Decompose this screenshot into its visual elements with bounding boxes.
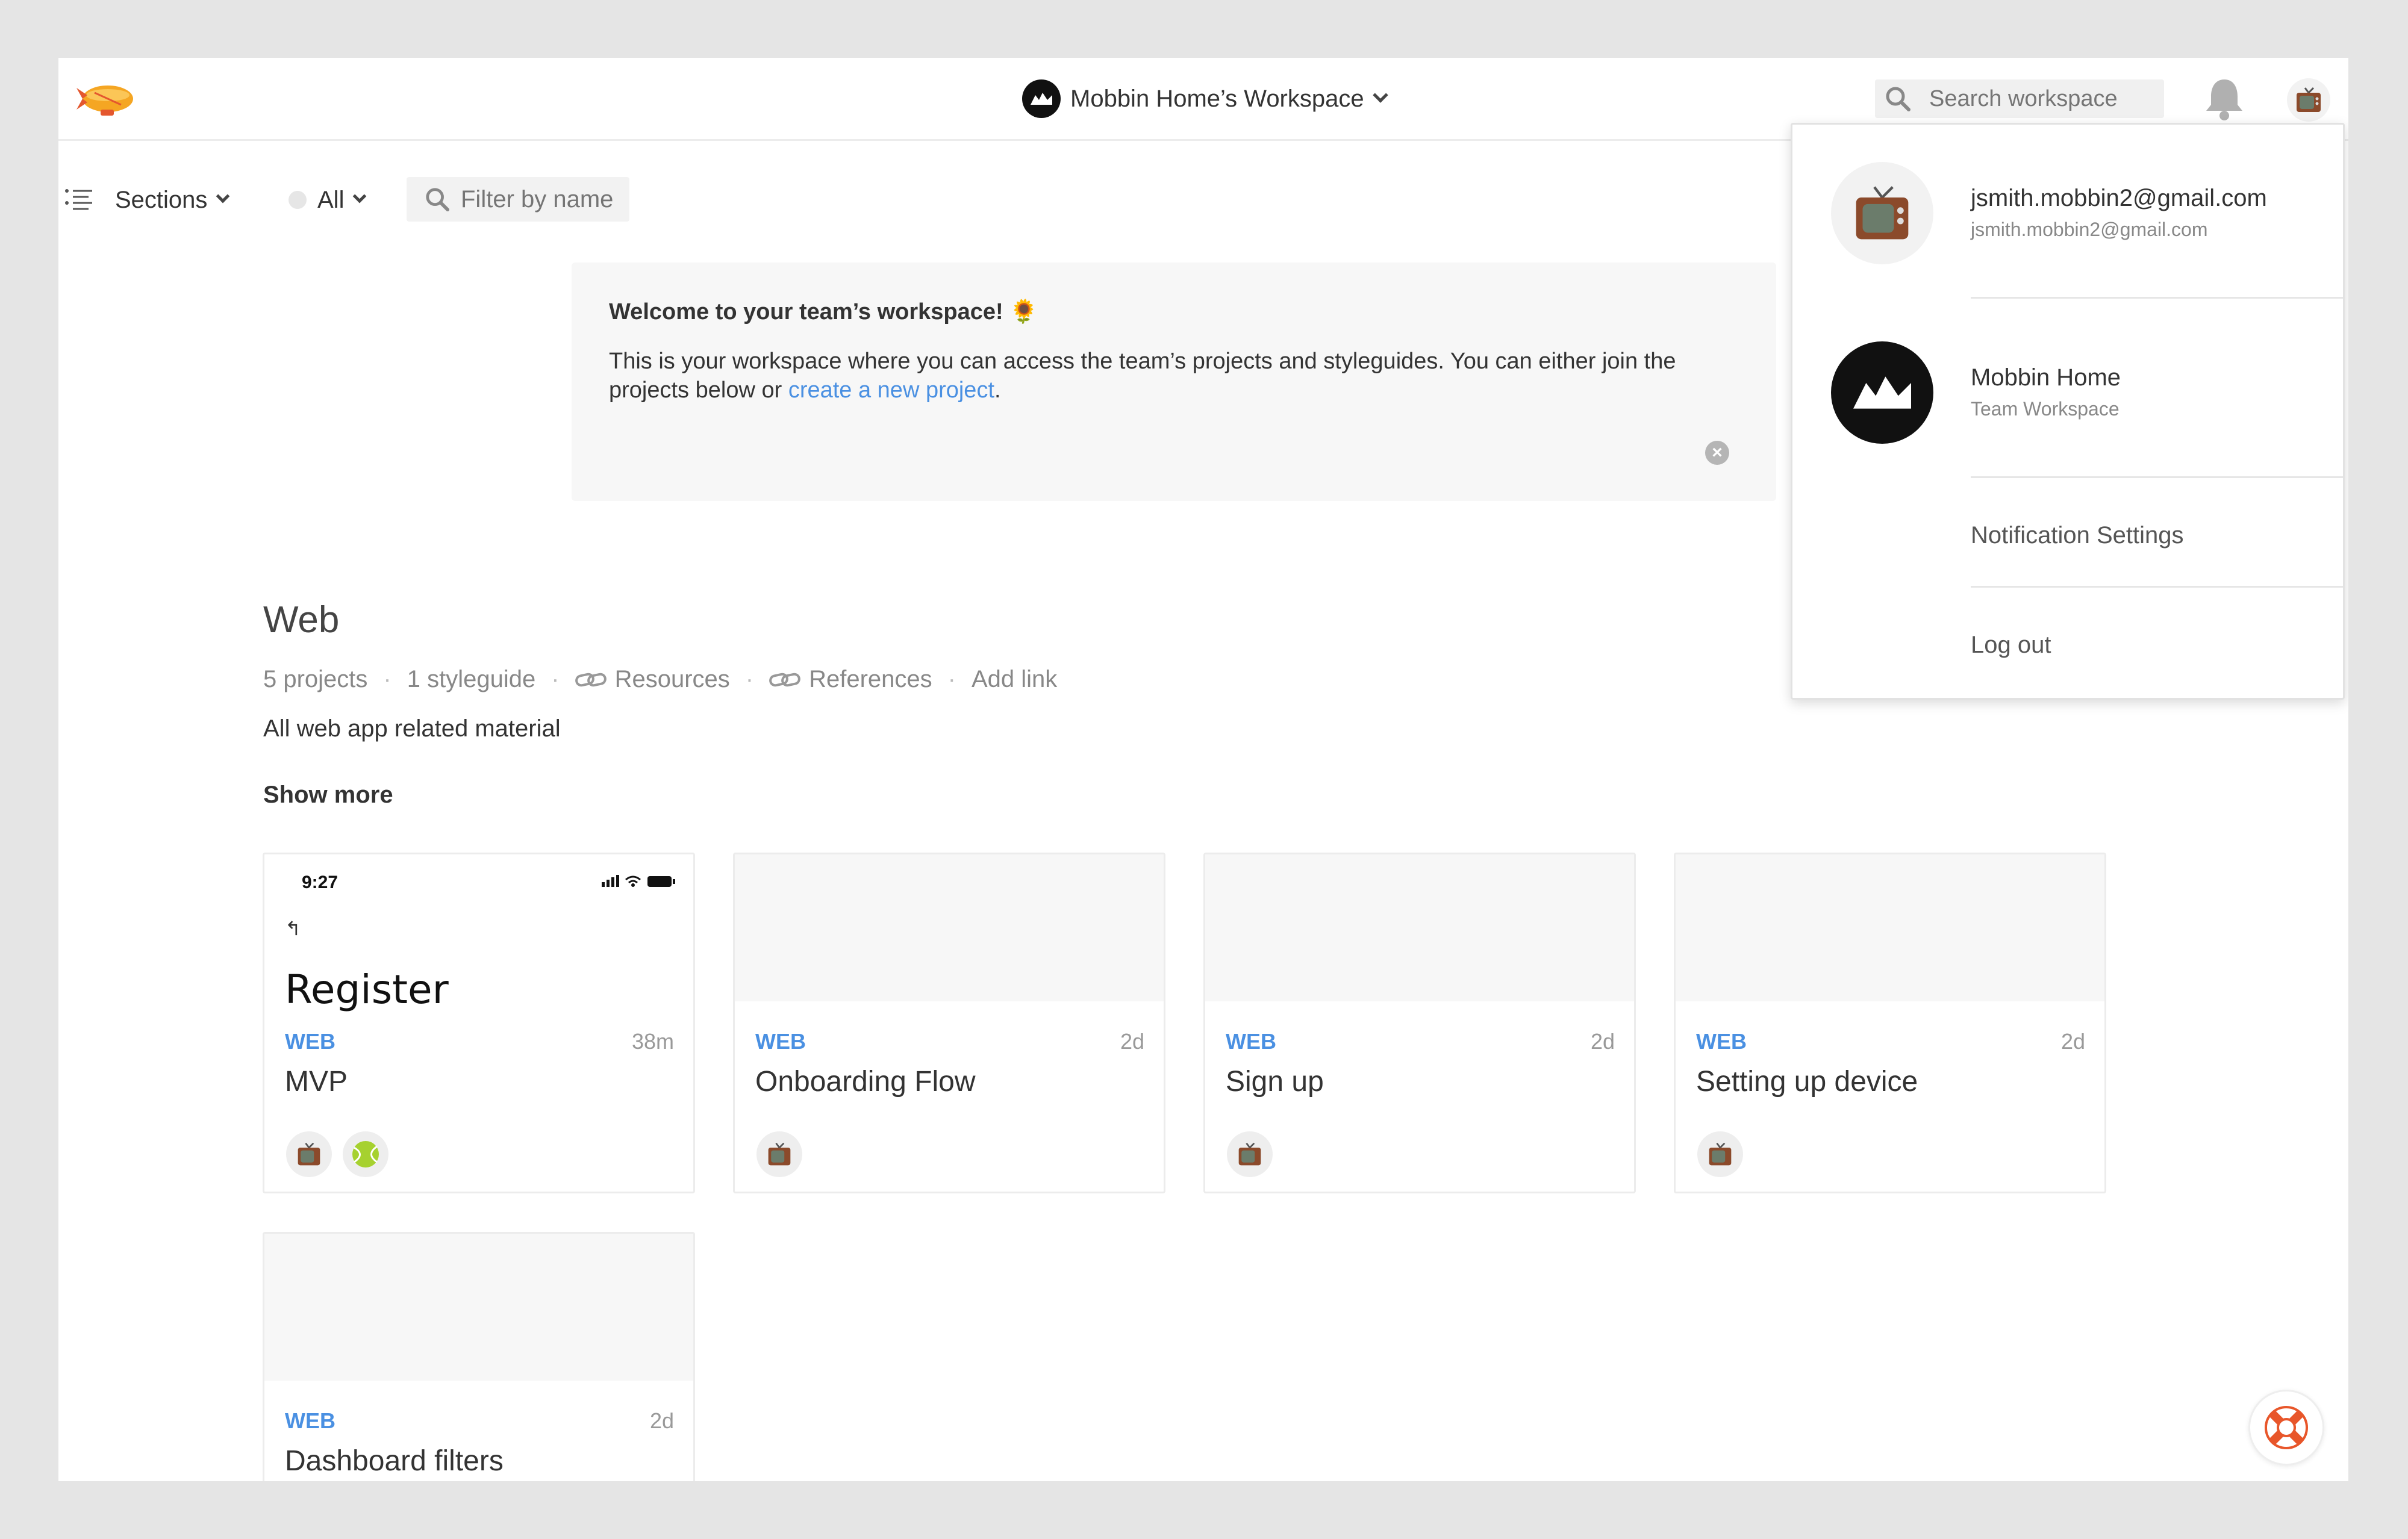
search-icon [426, 188, 450, 212]
project-card[interactable]: WEB 2d Setting up device [1674, 853, 2106, 1193]
project-category: WEB [1226, 1029, 1276, 1054]
workspace-type: Team Workspace [1971, 398, 2119, 420]
user-email-secondary: jsmith.mobbin2@gmail.com [1971, 219, 2208, 240]
project-name: Setting up device [1696, 1066, 1918, 1098]
separator-dot: · [745, 666, 754, 692]
tv-icon [756, 1131, 802, 1177]
project-thumbnail [264, 1234, 693, 1381]
project-name: MVP [285, 1066, 348, 1098]
workspace-name: Mobbin Home’s Workspace [1070, 85, 1364, 112]
search-input[interactable] [1929, 86, 2158, 112]
project-category: WEB [755, 1029, 806, 1054]
section-meta: 5 projects · 1 styleguide · Resources · … [263, 666, 1057, 693]
separator-dot: · [383, 666, 391, 692]
sections-label: Sections [115, 186, 208, 213]
app-window: Mobbin Home’s Workspace Search workspace… [58, 58, 2348, 1481]
projects-count[interactable]: 5 projects [263, 666, 367, 693]
project-members [1697, 1131, 1754, 1177]
back-arrow-icon: ↰ [285, 918, 301, 939]
tennis-ball-icon [343, 1131, 388, 1177]
divider [1971, 586, 2343, 588]
phone-status-icons [602, 875, 675, 887]
project-thumbnail [1205, 854, 1634, 1001]
project-thumbnail [1676, 854, 2104, 1001]
project-card[interactable]: WEB 2d Sign up [1203, 853, 1636, 1193]
project-name: Onboarding Flow [755, 1066, 976, 1098]
lifebuoy-icon [2265, 1406, 2308, 1449]
workspace-logo-icon [1022, 79, 1061, 118]
sections-dropdown[interactable]: Sections [64, 176, 230, 224]
section-title: Web [263, 599, 340, 641]
project-updated: 38m [631, 1029, 674, 1054]
tv-icon [1697, 1131, 1743, 1177]
section-description: All web app related material [263, 715, 561, 742]
status-dot [289, 191, 307, 209]
project-thumbnail [735, 854, 1164, 1001]
add-link-button[interactable]: Add link [972, 666, 1057, 693]
workspace-name[interactable]: Mobbin Home [1971, 364, 2121, 391]
link-icon [575, 673, 607, 686]
logout-item[interactable]: Log out [1971, 632, 2051, 659]
chevron-down-icon [216, 189, 230, 204]
tv-icon [2297, 87, 2321, 112]
filter-box[interactable] [407, 177, 629, 222]
status-filter-dropdown[interactable]: All [289, 176, 367, 224]
project-updated: 2d [2060, 1029, 2085, 1054]
chevron-down-icon [1372, 87, 1388, 103]
welcome-body-end: . [994, 378, 1001, 403]
user-avatar-button[interactable] [2287, 78, 2330, 122]
search-icon [1886, 87, 1910, 111]
project-category: WEB [1696, 1029, 1747, 1054]
project-updated: 2d [1120, 1029, 1144, 1054]
profile-dropdown-menu: jsmith.mobbin2@gmail.com jsmith.mobbin2@… [1791, 123, 2345, 700]
user-email: jsmith.mobbin2@gmail.com [1971, 185, 2267, 211]
welcome-banner: Welcome to your team’s workspace! 🌻 This… [572, 263, 1776, 501]
phone-screen-title: Register [285, 966, 449, 1013]
welcome-body: This is your workspace where you can acc… [609, 347, 1753, 405]
bell-icon[interactable] [2203, 76, 2246, 122]
divider [1971, 476, 2343, 478]
phone-time: 9:27 [302, 872, 338, 892]
tv-icon [286, 1131, 332, 1177]
welcome-body-text: This is your workspace where you can acc… [609, 349, 1676, 403]
project-card[interactable]: WEB 2d Onboarding Flow [733, 853, 1165, 1193]
create-project-link[interactable]: create a new project [788, 378, 994, 403]
project-updated: 2d [649, 1408, 674, 1433]
chevron-down-icon [353, 189, 367, 204]
project-members [286, 1131, 399, 1177]
welcome-title: Welcome to your team’s workspace! 🌻 [609, 299, 1038, 325]
project-card[interactable]: 9:27 ↰ Register WEB 38m MVP [263, 853, 695, 1193]
link-icon [769, 673, 800, 686]
project-name: Sign up [1226, 1066, 1324, 1098]
tv-icon [1856, 186, 1909, 240]
project-category: WEB [285, 1408, 335, 1433]
help-button[interactable] [2248, 1390, 2324, 1466]
project-card[interactable]: WEB 2d Dashboard filters [263, 1232, 695, 1481]
project-name: Dashboard filters [285, 1445, 504, 1477]
references-link[interactable]: References [809, 666, 932, 693]
user-avatar [1831, 162, 1933, 264]
search-box[interactable] [1875, 79, 2164, 118]
filter-toolbar: Sections All [58, 176, 781, 224]
blimp-logo-icon[interactable] [76, 75, 139, 123]
project-members [1227, 1131, 1284, 1177]
separator-dot: · [947, 666, 956, 692]
resources-link[interactable]: Resources [615, 666, 730, 693]
project-members [756, 1131, 813, 1177]
styleguide-count[interactable]: 1 styleguide [407, 666, 535, 693]
list-icon [65, 189, 92, 210]
project-updated: 2d [1590, 1029, 1615, 1054]
status-filter-label: All [317, 186, 345, 213]
show-more-button[interactable]: Show more [263, 782, 393, 809]
divider [1971, 297, 2343, 299]
project-category: WEB [285, 1029, 335, 1054]
tv-icon [1227, 1131, 1273, 1177]
workspace-logo-icon [1831, 341, 1933, 444]
separator-dot: · [551, 666, 560, 692]
notification-settings-item[interactable]: Notification Settings [1971, 522, 2184, 549]
filter-input[interactable] [461, 185, 629, 213]
workspace-switcher[interactable]: Mobbin Home’s Workspace [1022, 77, 1388, 120]
project-thumbnail: 9:27 ↰ Register [264, 854, 693, 1013]
close-icon[interactable]: × [1705, 441, 1729, 465]
